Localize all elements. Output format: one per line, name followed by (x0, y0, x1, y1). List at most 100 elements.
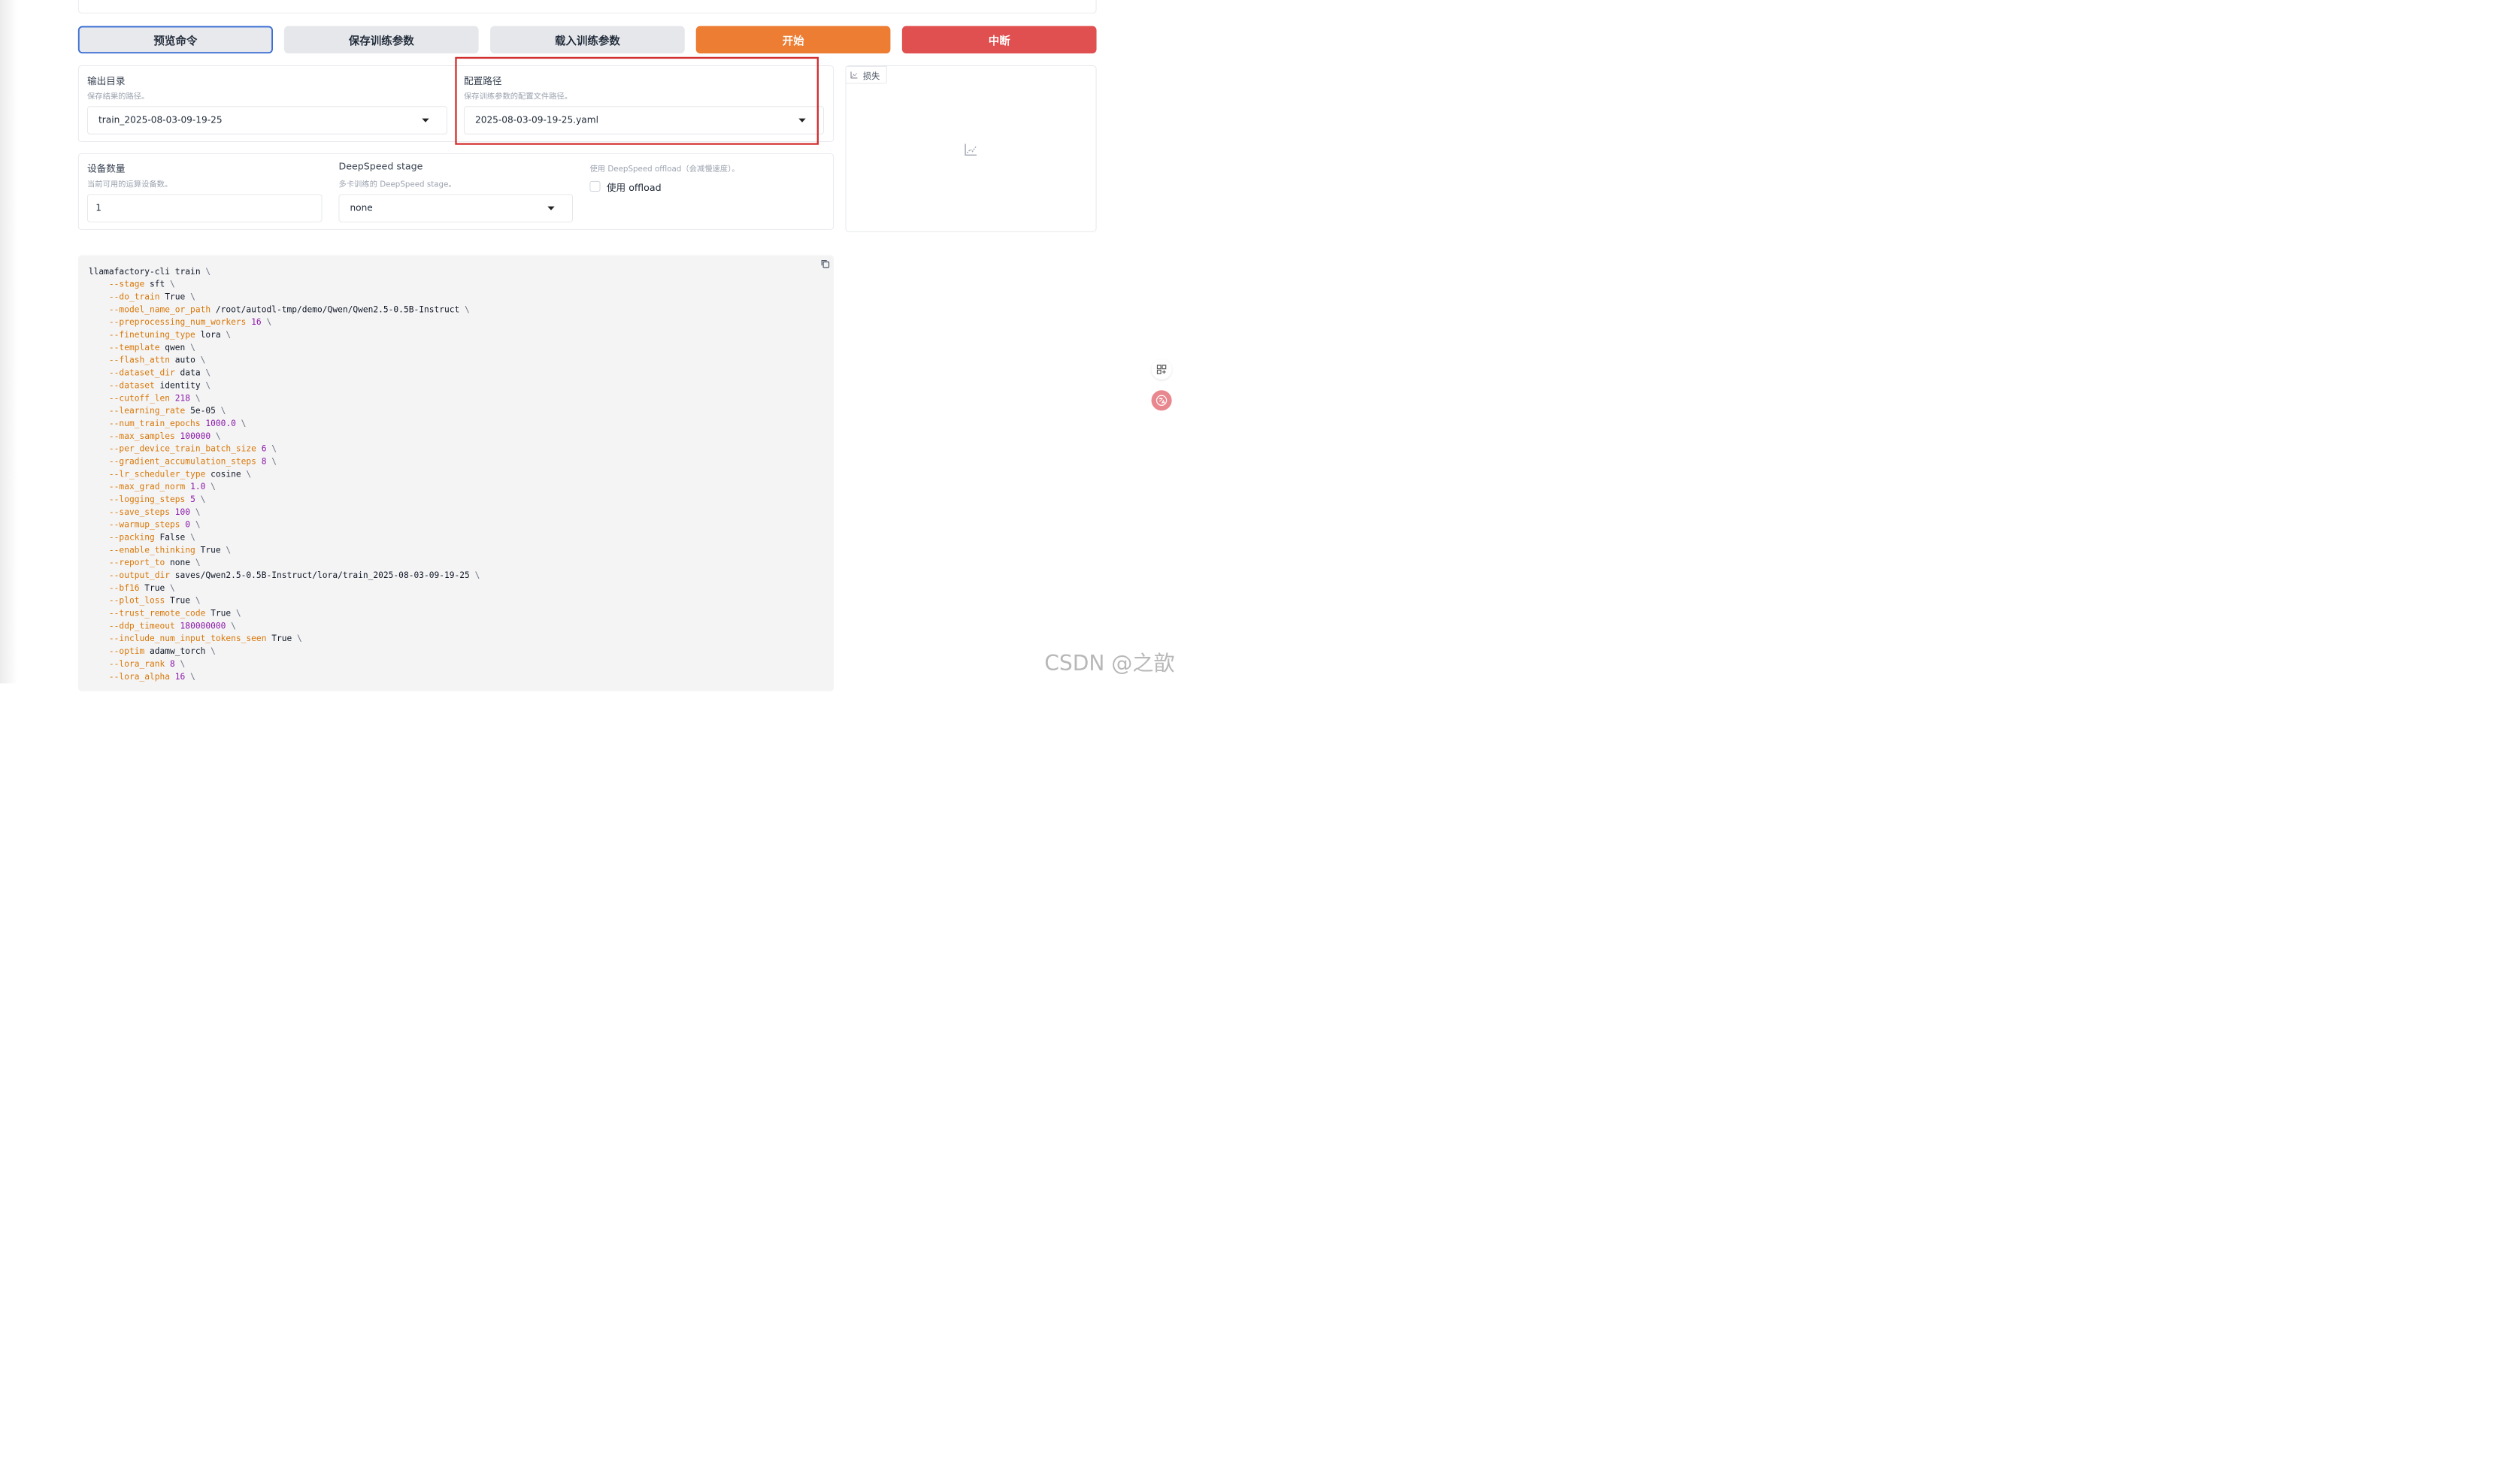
chevron-down-icon (547, 206, 555, 210)
command-value: sft (149, 279, 165, 289)
command-arg-line: --num_train_epochs 1000.0 \ (108, 418, 247, 428)
command-arg-line: --learning_rate 5e-05 \ (108, 405, 226, 416)
deepspeed-stage-help: 多卡训练的 DeepSpeed stage。 (338, 180, 456, 189)
command-arg-line: --optim adamw_torch \ (108, 646, 216, 656)
side-apps-button[interactable] (1151, 359, 1172, 380)
command-value: 16 (174, 671, 186, 682)
command-flag: --enable_thinking (108, 545, 195, 555)
command-flag: --finetuning_type (108, 329, 195, 340)
stop-button[interactable]: 中断 (901, 26, 1097, 54)
command-arg-line: --plot_loss True \ (108, 595, 201, 606)
command-value: identity (159, 380, 201, 391)
command-arg-line: --output_dir saves/Qwen2.5-0.5B-Instruct… (108, 570, 480, 580)
command-value: True (271, 633, 292, 644)
command-args: --stage sft \ --do_train True \ --model_… (89, 278, 823, 683)
command-arg-line: --lora_alpha 16 \ (108, 671, 195, 682)
command-value: True (200, 545, 221, 555)
command-flag: --stage (108, 279, 145, 289)
command-arg-line: --lr_scheduler_type cosine \ (108, 469, 252, 479)
output-dir-dropdown[interactable]: train_2025-08-03-09-19-25 (87, 106, 448, 135)
command-value: 1000.0 (205, 418, 236, 428)
command-value: True (211, 608, 232, 619)
command-flag: --dataset_dir (108, 368, 175, 378)
output-dir-value: train_2025-08-03-09-19-25 (98, 114, 223, 126)
command-flag: --output_dir (108, 570, 171, 580)
save-args-button[interactable]: 保存训练参数 (283, 26, 479, 54)
offload-label: 使用 offload (606, 182, 662, 194)
command-arg-line: --lora_rank 8 \ (108, 658, 186, 669)
command-flag: --dataset (108, 380, 155, 391)
command-value: True (170, 595, 191, 606)
training-page: 预览命令 保存训练参数 载入训练参数 开始 中断 输出目录 保存结果的路径。 t… (0, 0, 1179, 691)
deepspeed-stage-dropdown[interactable]: none (338, 194, 574, 222)
grid-icon (1156, 364, 1167, 374)
command-arg-line: --dataset_dir data \ (108, 368, 211, 378)
command-value: saves/Qwen2.5-0.5B-Instruct/lora/train_2… (174, 570, 470, 580)
command-flag: --gradient_accumulation_steps (108, 456, 256, 467)
command-value: False (159, 532, 186, 543)
command-flag: --bf16 (108, 582, 140, 593)
command-flag: --model_name_or_path (108, 304, 211, 315)
command-value: 8 (170, 658, 175, 669)
command-value: 8 (261, 456, 267, 467)
command-value: True (165, 292, 186, 302)
command-value: True (144, 582, 165, 593)
command-arg-line: --trust_remote_code True \ (108, 608, 241, 619)
deepspeed-stage-label: DeepSpeed stage (338, 161, 423, 172)
command-flag: --do_train (108, 292, 160, 302)
loss-tab-label: 损失 (862, 71, 880, 81)
command-flag: --save_steps (108, 507, 171, 517)
command-first-line: llamafactory-cli train \ (88, 266, 211, 277)
command-flag: --cutoff_len (108, 392, 171, 404)
command-flag: --preprocessing_num_workers (108, 316, 247, 328)
command-flag: --plot_loss (108, 595, 165, 606)
command-flag: --max_samples (108, 431, 175, 441)
command-arg-line: --per_device_train_batch_size 6 \ (108, 443, 277, 454)
offload-help: 使用 DeepSpeed offload（会减慢速度）。 (589, 164, 740, 174)
output-dir-help: 保存结果的路径。 (87, 92, 150, 101)
command-value: 16 (251, 316, 262, 328)
copy-icon[interactable] (820, 259, 830, 268)
command-arg-line: --finetuning_type lora \ (108, 329, 232, 340)
load-args-button[interactable]: 载入训练参数 (490, 26, 685, 54)
command-arg-line: --logging_steps 5 \ (108, 494, 206, 504)
start-button[interactable]: 开始 (695, 26, 891, 54)
command-value: 100000 (180, 431, 211, 441)
command-flag: --lora_alpha (108, 671, 171, 682)
side-translate-button[interactable] (1151, 390, 1172, 411)
command-value: data (180, 368, 201, 378)
offload-checkbox[interactable] (589, 180, 601, 192)
left-edge-shade (0, 0, 18, 684)
command-flag: --logging_steps (108, 494, 186, 504)
deepspeed-stage-value: none (350, 202, 373, 213)
device-count-help: 当前可用的运算设备数。 (87, 180, 173, 189)
command-flag: --max_grad_norm (108, 481, 186, 492)
command-arg-line: --flash_attn auto \ (108, 355, 206, 365)
translate-icon (1156, 395, 1168, 406)
command-value: qwen (165, 342, 186, 352)
command-flag: --packing (108, 532, 155, 543)
command-value: 100 (174, 507, 191, 517)
command-value: 218 (174, 392, 191, 404)
command-arg-line: --preprocessing_num_workers 16 \ (108, 316, 272, 328)
command-arg-line: --packing False \ (108, 532, 195, 543)
command-value: adamw_torch (149, 646, 206, 656)
command-flag: --flash_attn (108, 355, 171, 365)
command-arg-line: --dataset identity \ (108, 380, 211, 391)
command-flag: --trust_remote_code (108, 608, 206, 619)
command-value: /root/autodl-tmp/demo/Qwen/Qwen2.5-0.5B-… (215, 304, 460, 315)
command-flag: --template (108, 342, 160, 352)
command-arg-line: --report_to none \ (108, 557, 201, 567)
loss-tab: 损失 (845, 65, 887, 84)
preview-command-button[interactable]: 预览命令 (77, 26, 273, 54)
command-value: 6 (261, 443, 267, 454)
command-arg-line: --ddp_timeout 180000000 \ (108, 621, 236, 631)
command-arg-line: --max_samples 100000 \ (108, 431, 221, 441)
highlight-annotation (455, 56, 819, 145)
command-output: llamafactory-cli train \ --stage sft \ -… (77, 255, 834, 691)
command-arg-line: --bf16 True \ (108, 582, 175, 593)
command-flag: --per_device_train_batch_size (108, 443, 256, 454)
command-flag: --lr_scheduler_type (108, 469, 206, 479)
command-flag: --optim (108, 646, 145, 656)
device-count-input[interactable]: 1 (87, 194, 323, 222)
